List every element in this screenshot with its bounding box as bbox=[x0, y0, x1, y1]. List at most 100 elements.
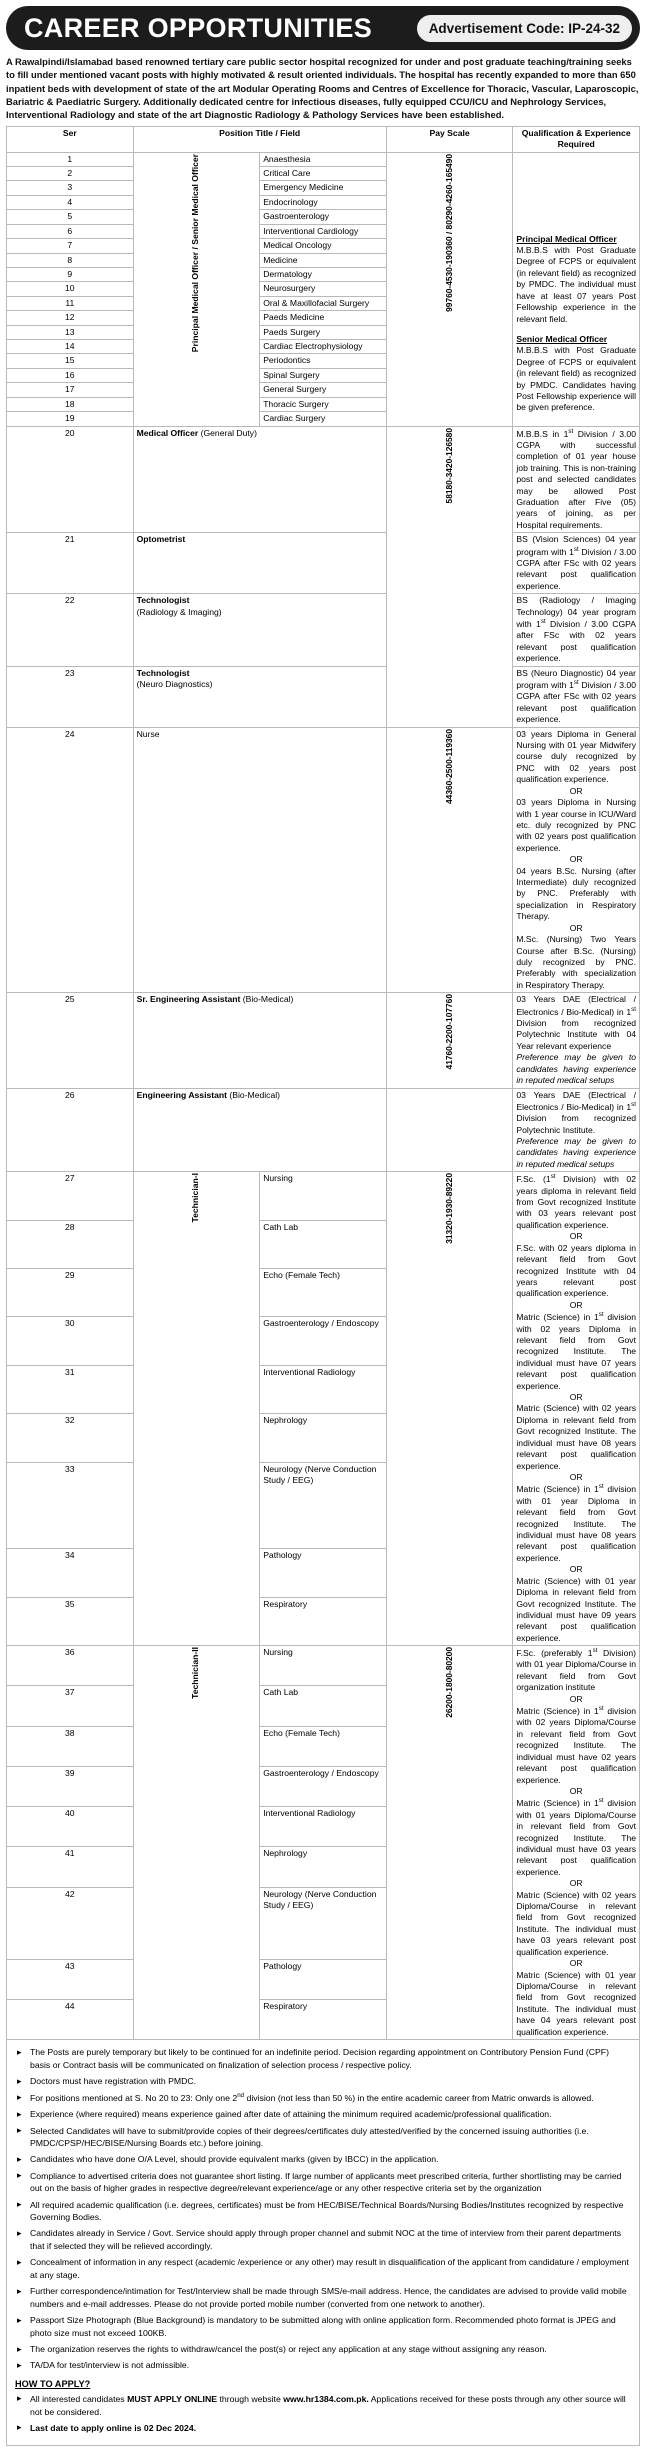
cell-field: Pathology bbox=[259, 1548, 387, 1598]
qualification-or: OR bbox=[569, 1472, 583, 1482]
cell-pay-scale: 58180-3420-126580 bbox=[385, 425, 514, 728]
position-title-bold: Engineering Assistant bbox=[136, 1089, 228, 1100]
note-item: Selected Candidates will have to submit/… bbox=[15, 2124, 631, 2150]
cell-ser: 14 bbox=[6, 339, 134, 355]
cell-ser: 18 bbox=[6, 396, 134, 413]
col-header-pay-scale: Pay Scale bbox=[385, 125, 514, 153]
notes-section: The Posts are purely temporary but likel… bbox=[6, 2040, 640, 2447]
cell-ser: 15 bbox=[6, 353, 134, 369]
position-title-bold: Sr. Engineering Assistant bbox=[136, 994, 241, 1005]
apply-text-bold: MUST APPLY ONLINE bbox=[127, 2393, 218, 2404]
qualification-body: 03 Years DAE (Electrical / Electronics /… bbox=[516, 994, 636, 1051]
cell-ser: 38 bbox=[6, 1725, 134, 1767]
cell-field: Respiratory bbox=[259, 1998, 387, 2041]
qualification-or: OR bbox=[569, 1231, 583, 1242]
qualification-or: OR bbox=[569, 1878, 583, 1889]
cell-ser: 2 bbox=[6, 165, 134, 182]
note-item: All required academic qualification (i.e… bbox=[15, 2198, 631, 2224]
table-head: Ser Position Title / Field Pay Scale Qua… bbox=[6, 125, 640, 153]
cell-ser: 42 bbox=[6, 1886, 134, 1960]
cell-ser: 37 bbox=[6, 1685, 134, 1727]
cell-field: Cardiac Electrophysiology bbox=[259, 339, 387, 355]
cell-qualification: M.B.B.S in 1st Division / 3.00 CGPA with… bbox=[512, 425, 640, 534]
cell-ser: 23 bbox=[6, 665, 134, 728]
cell-qualification: 03 Years DAE (Electrical / Electronics /… bbox=[512, 992, 640, 1089]
notes-list: The Posts are purely temporary but likel… bbox=[15, 2046, 631, 2372]
cell-position-title: Engineering Assistant (Bio-Medical) bbox=[132, 1087, 387, 1173]
group-label-text: Technician-I bbox=[190, 1173, 201, 1223]
cell-ser: 30 bbox=[6, 1316, 134, 1366]
cell-qualification: 03 Years DAE (Electrical / Electronics /… bbox=[512, 1087, 640, 1173]
cell-ser: 31 bbox=[6, 1364, 134, 1415]
cell-field: Dermatology bbox=[259, 266, 387, 283]
cell-pay-scale: 41760-2200-107760 bbox=[385, 992, 514, 1089]
cell-field: Cardiac Surgery bbox=[259, 411, 387, 427]
note-item: Doctors must have registration with PMDC… bbox=[15, 2075, 631, 2088]
col-header-position: Position Title / Field bbox=[132, 125, 387, 153]
apply-text-pre: All interested candidates bbox=[30, 2393, 128, 2404]
note-item: TA/DA for test/interview is not admissib… bbox=[15, 2359, 631, 2372]
cell-field: General Surgery bbox=[259, 382, 387, 398]
qualification-or: OR bbox=[569, 1564, 583, 1575]
cell-ser: 40 bbox=[6, 1806, 134, 1848]
cell-field: Nursing bbox=[259, 1171, 387, 1221]
cell-field: Gastroenterology bbox=[259, 209, 387, 225]
cell-field: Spinal Surgery bbox=[259, 367, 387, 384]
table-row: 22 Technologist (Radiology & Imaging) BS… bbox=[6, 593, 640, 667]
apply-website-link[interactable]: www.hr1384.com.pk. bbox=[283, 2394, 369, 2404]
note-item: Concealment of information in any respec… bbox=[15, 2256, 631, 2281]
qualification-or: OR bbox=[569, 1785, 583, 1796]
cell-field: Medicine bbox=[259, 252, 387, 268]
cell-position-title: Medical Officer (General Duty) bbox=[132, 425, 387, 534]
cell-field: Nephrology bbox=[259, 1846, 387, 1888]
cell-ser: 32 bbox=[6, 1413, 134, 1463]
note-item: Candidates already in Service / Govt. Se… bbox=[15, 2227, 631, 2252]
cell-ser: 11 bbox=[6, 295, 134, 312]
table-row: 23 Technologist (Neuro Diagnostics) BS (… bbox=[6, 665, 640, 728]
cell-ser: 33 bbox=[6, 1461, 134, 1550]
cell-field: Interventional Radiology bbox=[259, 1806, 387, 1848]
table-row: 36 Technician-II Nursing 26200-1800-8020… bbox=[6, 1645, 640, 2041]
cell-field: Thoracic Surgery bbox=[259, 396, 387, 413]
cell-ser: 10 bbox=[6, 281, 134, 297]
cell-field: Neurosurgery bbox=[259, 281, 387, 297]
qualification-body: BS (Vision Sciences) 04 year program wit… bbox=[516, 534, 636, 591]
qualification-or: OR bbox=[569, 785, 583, 796]
cell-ser: 22 bbox=[6, 593, 134, 667]
last-date-text: Last date to apply online is 02 Dec 2024… bbox=[30, 2422, 197, 2433]
qualification-or: OR bbox=[569, 1693, 583, 1704]
position-title-bold: Optometrist bbox=[136, 534, 186, 545]
cell-ser: 27 bbox=[6, 1171, 134, 1221]
qualification-preference-note: Preference may be given to candidates ha… bbox=[516, 1136, 636, 1169]
cell-ser: 6 bbox=[6, 223, 134, 240]
cell-pay-scale: 31320-1930-89220 bbox=[385, 1171, 514, 1647]
note-item: For positions mentioned at S. No 20 to 2… bbox=[15, 2091, 631, 2105]
group-label-technician-2: Technician-II bbox=[132, 1645, 261, 2041]
group-label-medical-officer: Principal Medical Officer / Senior Medic… bbox=[132, 151, 261, 427]
pay-scale-text: 58180-3420-126580 bbox=[444, 427, 455, 504]
cell-field: Anaesthesia bbox=[259, 151, 387, 167]
cell-ser: 13 bbox=[6, 324, 134, 341]
position-title-bold: Technologist bbox=[136, 667, 190, 678]
qualification-option-2: 03 years Diploma in Nursing with 1 year … bbox=[516, 797, 636, 853]
note-item: Passport Size Photograph (Blue Backgroun… bbox=[15, 2314, 631, 2339]
cell-ser: 3 bbox=[6, 180, 134, 196]
cell-ser: 8 bbox=[6, 252, 134, 268]
qualification-option-5: Matric (Science) with 01 year Diploma/Co… bbox=[516, 1969, 636, 2037]
qualification-option-3: Matric (Science) in 1st division with 01… bbox=[516, 1797, 636, 1877]
pay-scale-text: 41760-2200-107760 bbox=[444, 994, 455, 1070]
cell-ser: 44 bbox=[6, 1998, 134, 2041]
qualification-option-1: F.Sc. (preferably 1st Division) with 01 … bbox=[516, 1647, 636, 1693]
qualification-option-4: Matric (Science) with 02 years Diploma/C… bbox=[516, 1889, 636, 1957]
note-item: The organization reserves the rights to … bbox=[15, 2343, 631, 2356]
group-label-technician-1: Technician-I bbox=[132, 1171, 261, 1647]
qualification-body: BS (Neuro Diagnostic) 04 year program wi… bbox=[516, 667, 636, 725]
cell-field: Gastroenterology / Endoscopy bbox=[259, 1316, 387, 1366]
qualification-option-4: Matric (Science) with 02 years Diploma i… bbox=[516, 1403, 636, 1471]
cell-field: Neurology (Nerve Conduction Study / EEG) bbox=[259, 1886, 387, 1960]
cell-position-title: Sr. Engineering Assistant (Bio-Medical) bbox=[132, 992, 387, 1089]
table-row: 1 Principal Medical Officer / Senior Med… bbox=[6, 151, 640, 427]
qualification-body-smo: M.B.B.S with Post Graduate Degree of FCP… bbox=[516, 345, 636, 413]
cell-qualification: BS (Neuro Diagnostic) 04 year program wi… bbox=[512, 665, 640, 728]
cell-ser: 24 bbox=[6, 726, 134, 994]
